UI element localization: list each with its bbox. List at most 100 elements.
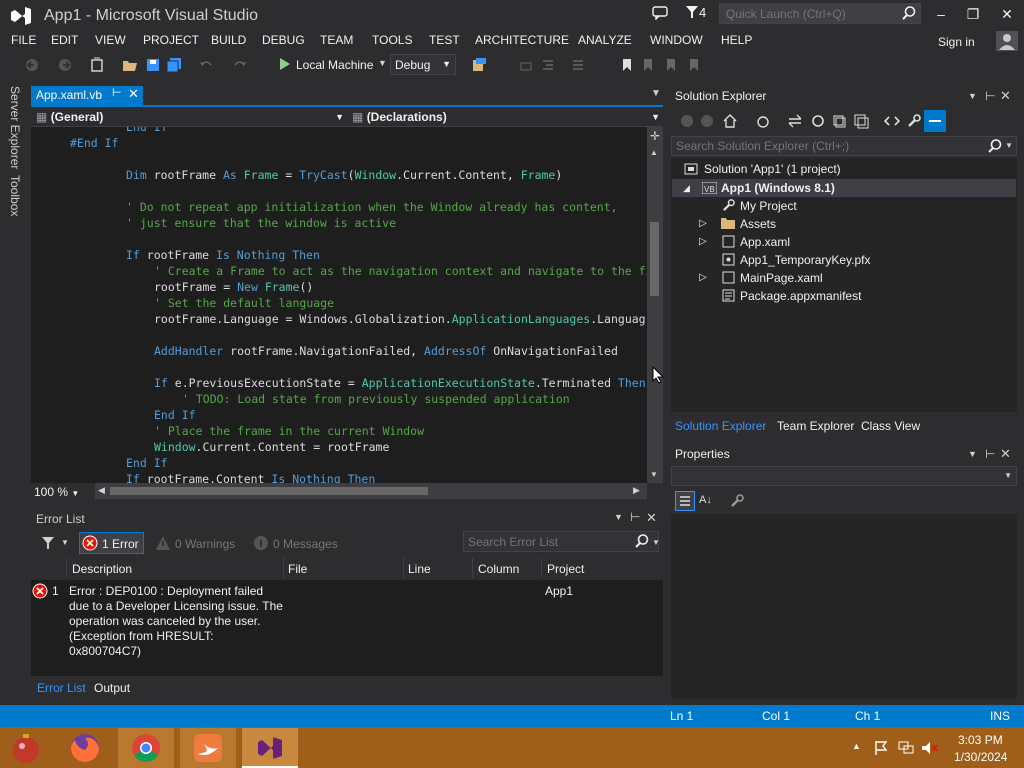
volume-muted-icon[interactable] [920, 740, 938, 756]
start-debugging-button[interactable]: Local Machine [296, 58, 373, 72]
column-header-column[interactable]: Column [478, 562, 519, 576]
minimize-button[interactable]: – [926, 3, 956, 25]
categorized-button[interactable] [675, 491, 695, 511]
error-list-search-input[interactable] [463, 531, 659, 552]
tree-item-temporary-key[interactable]: App1_TemporaryKey.pfx [740, 251, 871, 269]
save-all-icon[interactable] [166, 57, 182, 73]
menu-view[interactable]: VIEW [95, 33, 126, 47]
server-explorer-tab[interactable]: Server Explorer [8, 86, 22, 169]
menu-project[interactable]: PROJECT [143, 33, 199, 47]
menu-file[interactable]: FILE [11, 33, 36, 47]
panel-dropdown-icon[interactable]: ▼ [968, 91, 977, 101]
expanded-arrow-icon[interactable]: ◢ [683, 179, 690, 197]
redo-icon[interactable] [232, 57, 248, 73]
expand-arrow-icon[interactable]: ▷ [699, 233, 707, 251]
sync-active-document-icon[interactable] [787, 113, 803, 129]
column-header-description[interactable]: Description [72, 562, 132, 576]
menu-help[interactable]: HELP [721, 33, 752, 47]
taskbar-chrome[interactable] [118, 728, 174, 768]
menu-tools[interactable]: TOOLS [372, 33, 412, 47]
properties-object-dropdown[interactable]: ▼ [671, 466, 1017, 486]
back-icon[interactable] [680, 114, 694, 128]
network-icon[interactable] [897, 740, 915, 756]
tree-item-my-project[interactable]: My Project [740, 197, 797, 215]
tab-team-explorer[interactable]: Team Explorer [777, 419, 854, 433]
notification-icon[interactable] [652, 6, 668, 20]
editor-horizontal-scroll-thumb[interactable] [110, 487, 428, 495]
home-icon[interactable] [722, 113, 738, 129]
quick-launch-input[interactable] [719, 3, 921, 24]
tab-class-view[interactable]: Class View [861, 419, 920, 433]
view-code-icon[interactable] [884, 113, 900, 129]
column-header-project[interactable]: Project [547, 562, 584, 576]
types-dropdown[interactable]: ▦ (General) ▼ [36, 108, 346, 126]
column-separator[interactable] [541, 558, 542, 578]
menu-window[interactable]: WINDOW [650, 33, 703, 47]
pin-icon[interactable]: ⊢ [630, 510, 640, 524]
menu-edit[interactable]: EDIT [51, 33, 78, 47]
open-file-icon[interactable] [122, 57, 138, 73]
toolbar-layout-icon[interactable] [518, 57, 534, 73]
collapse-all-icon[interactable] [831, 113, 847, 129]
column-separator[interactable] [472, 558, 473, 578]
solution-explorer-search-input[interactable] [671, 136, 1017, 156]
column-header-line[interactable]: Line [408, 562, 431, 576]
next-bookmark-folder-icon[interactable] [686, 57, 702, 73]
save-icon[interactable] [145, 57, 161, 73]
maximize-button[interactable]: ❐ [958, 3, 988, 25]
sign-in-link[interactable]: Sign in [938, 35, 975, 49]
search-icon[interactable] [635, 534, 649, 548]
run-target-dropdown-arrow[interactable]: ▼ [378, 58, 387, 68]
clock-time[interactable]: 3:03 PM [958, 733, 1003, 747]
tree-item-project[interactable]: App1 (Windows 8.1) [721, 179, 835, 197]
bookmark-icon[interactable] [619, 57, 635, 73]
undo-icon[interactable] [198, 57, 214, 73]
expand-arrow-icon[interactable]: ▷ [699, 269, 707, 287]
close-panel-icon[interactable]: ✕ [1000, 88, 1011, 104]
messages-filter-button[interactable]: 0 Messages [273, 537, 338, 551]
filter-icon[interactable] [42, 537, 54, 549]
expand-arrow-icon[interactable]: ▷ [699, 215, 707, 233]
split-editor-icon[interactable]: ✛ [650, 129, 660, 143]
column-header-file[interactable]: File [288, 562, 307, 576]
scroll-down-icon[interactable]: ▼ [650, 470, 658, 479]
search-icon[interactable] [988, 139, 1002, 153]
editor-vertical-scroll-thumb[interactable] [650, 222, 659, 296]
navigate-back-icon[interactable] [24, 57, 40, 73]
property-pages-wrench-icon[interactable] [730, 494, 744, 508]
menu-architecture[interactable]: ARCHITECTURE [475, 33, 569, 47]
forward-icon[interactable] [700, 114, 714, 128]
scroll-left-icon[interactable]: ◀ [98, 485, 105, 496]
tree-item-assets[interactable]: Assets [740, 215, 776, 233]
close-panel-icon[interactable]: ✕ [1000, 446, 1011, 462]
show-hidden-icons-icon[interactable]: ▲ [852, 741, 861, 751]
prev-bookmark-icon[interactable] [640, 57, 656, 73]
tab-well-dropdown-icon[interactable]: ▼ [651, 88, 661, 99]
avatar[interactable] [996, 31, 1018, 51]
toolbox-tab[interactable]: Toolbox [8, 175, 22, 216]
scroll-up-icon[interactable]: ▲ [650, 148, 658, 157]
members-dropdown[interactable]: ▦ (Declarations) ▼ [352, 108, 662, 126]
tab-solution-explorer[interactable]: Solution Explorer [675, 419, 766, 433]
close-panel-icon[interactable]: ✕ [646, 510, 657, 526]
panel-dropdown-icon[interactable]: ▼ [614, 512, 623, 522]
start-button[interactable] [0, 728, 56, 768]
chevron-down-icon[interactable]: ▼ [652, 538, 660, 547]
close-tab-icon[interactable]: ✕ [128, 86, 140, 104]
feedback-filter-icon[interactable] [686, 6, 698, 18]
indent-icon[interactable] [540, 57, 556, 73]
tab-output[interactable]: Output [94, 681, 130, 695]
alphabetical-icon[interactable]: A↓ [699, 494, 712, 506]
action-center-flag-icon[interactable] [873, 740, 889, 756]
start-debugging-icon[interactable] [279, 58, 291, 70]
warnings-filter-button[interactable]: 0 Warnings [175, 537, 235, 551]
menu-analyze[interactable]: ANALYZE [578, 33, 632, 47]
chevron-down-icon[interactable]: ▼ [1005, 141, 1013, 150]
scroll-right-icon[interactable]: ▶ [633, 485, 640, 496]
properties-wrench-icon[interactable] [906, 113, 922, 129]
refresh-icon[interactable] [810, 113, 826, 129]
column-separator[interactable] [66, 558, 67, 578]
pin-icon[interactable]: ⊢ [112, 86, 122, 99]
menu-debug[interactable]: DEBUG [262, 33, 305, 47]
close-window-button[interactable]: ✕ [992, 3, 1022, 25]
